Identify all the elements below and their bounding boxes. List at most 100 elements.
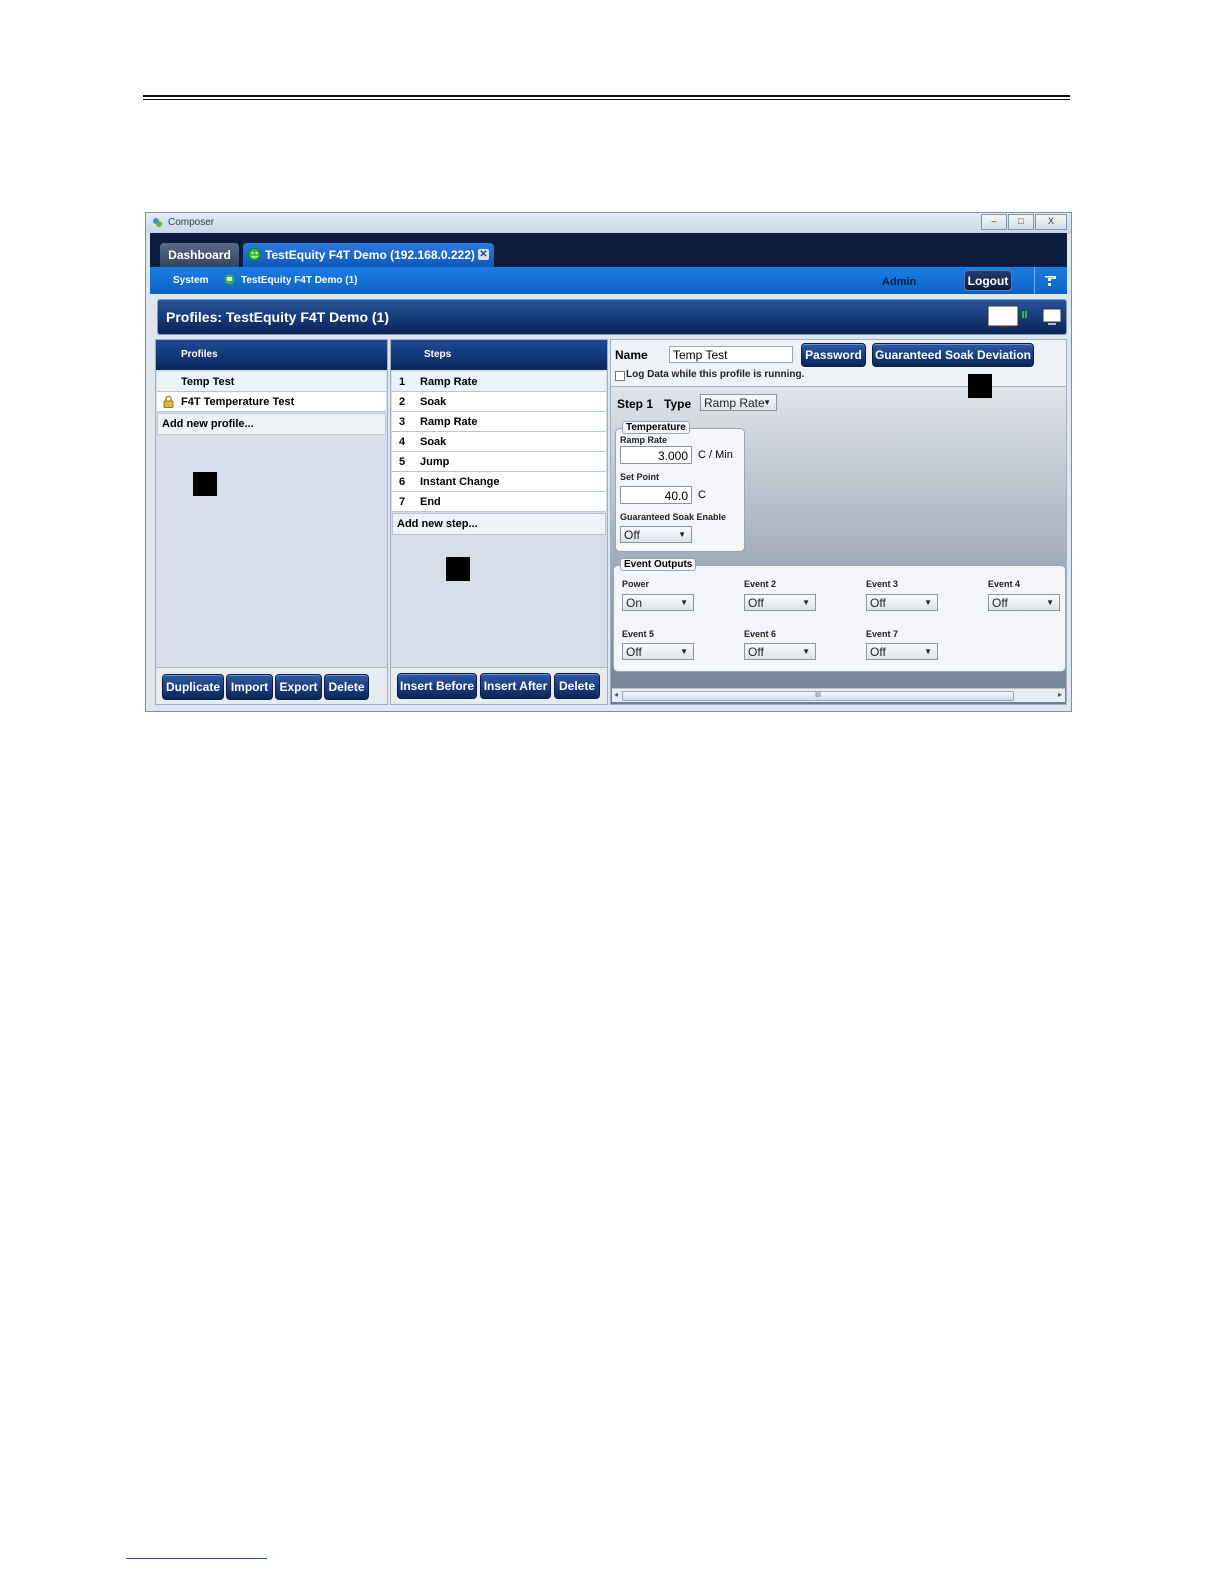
chevron-down-icon: ▼ [802,598,810,607]
nav-device-link[interactable]: TestEquity F4T Demo (1) [241,275,358,286]
close-window-button[interactable]: X [1035,214,1067,230]
nav-system-link[interactable]: System [173,275,209,286]
duplicate-button[interactable]: Duplicate [162,674,224,700]
ramp-rate-unit: C / Min [698,449,733,461]
name-label: Name [615,348,648,362]
step-item[interactable]: 2 Soak [392,392,606,412]
event-2-value: Off [748,596,764,610]
step-item[interactable]: 3 Ramp Rate [392,412,606,432]
event-6-select[interactable]: Off ▼ [744,643,816,660]
step-number: 2 [399,396,406,408]
close-tab-icon[interactable]: ✕ [478,249,489,260]
profiles-heading: Profiles [156,340,387,370]
profile-name-input[interactable]: Temp Test [669,346,793,363]
ramp-rate-label: Ramp Rate [620,435,668,445]
window-title: Composer [168,217,215,228]
chevron-down-icon: ▼ [802,647,810,656]
callout-marker [446,557,470,581]
lock-icon [163,395,174,408]
step-number: 4 [399,436,406,448]
scrollbar-thumb[interactable]: III [622,691,1014,701]
page-header: Profiles: TestEquity F4T Demo (1) [157,299,1067,335]
step-label: Soak [420,396,447,408]
logout-button[interactable]: Logout [964,270,1012,291]
event-2-label: Event 2 [744,579,777,589]
event-5-select[interactable]: Off ▼ [622,643,694,660]
guaranteed-soak-enable-select[interactable]: Off ▼ [620,526,692,543]
step-item[interactable]: 6 Instant Change [392,472,606,492]
event-4-select[interactable]: Off ▼ [988,594,1060,611]
minimize-button[interactable]: – [981,214,1007,230]
profiles-list: Temp Test F4T Temperature Test Add new p… [157,372,386,435]
insert-after-button[interactable]: Insert After [480,673,551,699]
chevron-down-icon: ▼ [924,598,932,607]
event-4-value: Off [992,596,1008,610]
type-label: Type [664,397,692,411]
help-icon[interactable] [1043,273,1058,288]
step-item[interactable]: 4 Soak [392,432,606,452]
event-3-select[interactable]: Off ▼ [866,594,938,611]
step-label: Ramp Rate [420,376,478,388]
step-label: Instant Change [420,476,500,488]
tab-device[interactable]: TestEquity F4T Demo (192.168.0.222) ✕ [243,243,494,267]
temperature-group: Temperature Ramp Rate 3.000 C / Min Set … [615,421,745,552]
step-label: Jump [420,456,450,468]
display-small-icon[interactable] [1042,307,1062,327]
monitor-icon[interactable] [987,305,1029,329]
event-3-value: Off [870,596,886,610]
event-6-label: Event 6 [744,629,777,639]
composer-window: Composer – □ X Dashboard TestEquity F4T … [145,212,1072,712]
set-point-input[interactable]: 40.0 [620,486,692,504]
power-label: Power [622,579,650,589]
event-7-label: Event 7 [866,629,899,639]
event-7-value: Off [870,645,886,659]
password-button[interactable]: Password [801,343,866,367]
chevron-down-icon: ▼ [763,398,771,407]
event-3-label: Event 3 [866,579,899,589]
steps-panel: Steps 1 Ramp Rate 2 Soak 3 Ramp Rate 4 S… [390,339,608,705]
insert-before-button[interactable]: Insert Before [397,673,477,699]
step-item[interactable]: 5 Jump [392,452,606,472]
log-data-checkbox[interactable] [615,371,625,381]
chevron-down-icon: ▼ [680,598,688,607]
horizontal-scrollbar[interactable]: ◂ III ▸ [612,688,1065,702]
set-point-label: Set Point [620,472,660,482]
delete-step-button[interactable]: Delete [554,673,600,699]
scroll-left-icon[interactable]: ◂ [614,690,618,699]
event-7-select[interactable]: Off ▼ [866,643,938,660]
event-2-select[interactable]: Off ▼ [744,594,816,611]
export-button[interactable]: Export [275,674,322,700]
power-value: On [626,596,643,610]
step-type-select[interactable]: Ramp Rate ▼ [700,394,777,411]
event-5-label: Event 5 [622,629,655,639]
step-label: End [420,496,441,508]
log-data-label: Log Data while this profile is running. [626,369,805,380]
import-button[interactable]: Import [226,674,273,700]
tab-dashboard[interactable]: Dashboard [160,243,239,267]
ramp-rate-input[interactable]: 3.000 [620,446,692,464]
guaranteed-soak-deviation-button[interactable]: Guaranteed Soak Deviation [872,343,1034,367]
tab-device-label: TestEquity F4T Demo (192.168.0.222) [265,248,475,262]
navigation-bar: System TestEquity F4T Demo (1) Admin Log… [150,267,1067,294]
steps-list: 1 Ramp Rate 2 Soak 3 Ramp Rate 4 Soak 5 … [392,372,606,535]
power-select[interactable]: On ▼ [622,594,694,611]
temperature-group-title: Temperature [622,421,690,434]
add-new-step[interactable]: Add new step... [392,513,606,535]
delete-profile-button[interactable]: Delete [324,674,369,700]
current-step-label: Step 1 [617,397,654,411]
scroll-right-icon[interactable]: ▸ [1058,690,1062,699]
profile-label: F4T Temperature Test [181,396,295,408]
profile-item-temp-test[interactable]: Temp Test [157,372,386,392]
step-item[interactable]: 7 End [392,492,606,512]
maximize-button[interactable]: □ [1008,214,1034,230]
step-item[interactable]: 1 Ramp Rate [392,372,606,392]
profiles-toolbar: Duplicate Import Export Delete [156,667,387,704]
profile-item-f4t-temperature-test[interactable]: F4T Temperature Test [157,392,386,412]
step-number: 3 [399,416,406,428]
page-title: Profiles: TestEquity F4T Demo (1) [166,309,389,325]
callout-marker [193,472,217,496]
add-new-profile[interactable]: Add new profile... [157,413,386,435]
event-4-label: Event 4 [988,579,1021,589]
page-rule-top [143,95,1070,97]
window-titlebar: Composer – □ X [146,213,1071,233]
